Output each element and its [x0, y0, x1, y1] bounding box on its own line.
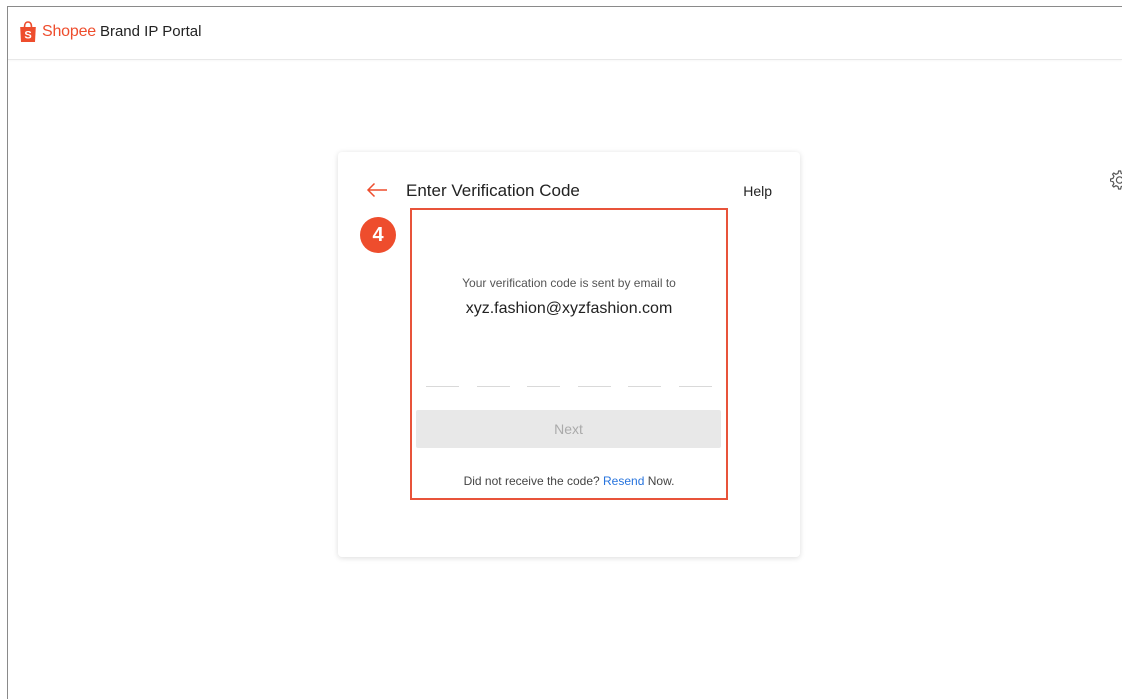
gear-icon[interactable] [1108, 169, 1122, 191]
code-digit-input[interactable] [577, 376, 611, 387]
arrow-left-icon[interactable] [366, 182, 388, 198]
recipient-email: xyz.fashion@xyzfashion.com [465, 300, 673, 317]
code-digit-input[interactable] [678, 376, 712, 387]
top-navigation-bar: S Shopee Brand IP Portal [8, 7, 1122, 60]
code-sent-message: Your verification code is sent by email … [462, 276, 676, 290]
verification-code-input [426, 376, 712, 387]
step-badge: 4 [360, 217, 396, 253]
brand-name: Shopee [42, 23, 96, 40]
code-digit-input[interactable] [628, 376, 662, 387]
app-window: S Shopee Brand IP Portal Enter Verificat… [7, 6, 1122, 699]
highlight-box [410, 208, 728, 500]
resend-prefix: Did not receive the code? [463, 474, 604, 488]
portal-name: Brand IP Portal [99, 23, 202, 40]
code-digit-input[interactable] [476, 376, 510, 387]
code-digit-input[interactable] [527, 376, 561, 387]
resend-message: Did not receive the code? Resend Now. [410, 473, 728, 489]
help-link[interactable]: Help [743, 182, 772, 200]
resend-suffix: Now. [644, 474, 675, 488]
page-title: Enter Verification Code [406, 181, 580, 200]
verification-card: Enter Verification Code Help 4 Your veri… [338, 152, 800, 557]
code-digit-input[interactable] [426, 376, 459, 387]
resend-link[interactable]: Resend [603, 474, 644, 488]
svg-text:S: S [24, 30, 31, 42]
next-button[interactable]: Next [416, 410, 721, 448]
brand-logo[interactable]: S Shopee Brand IP Portal [19, 21, 201, 43]
shopee-bag-icon: S [20, 21, 36, 42]
